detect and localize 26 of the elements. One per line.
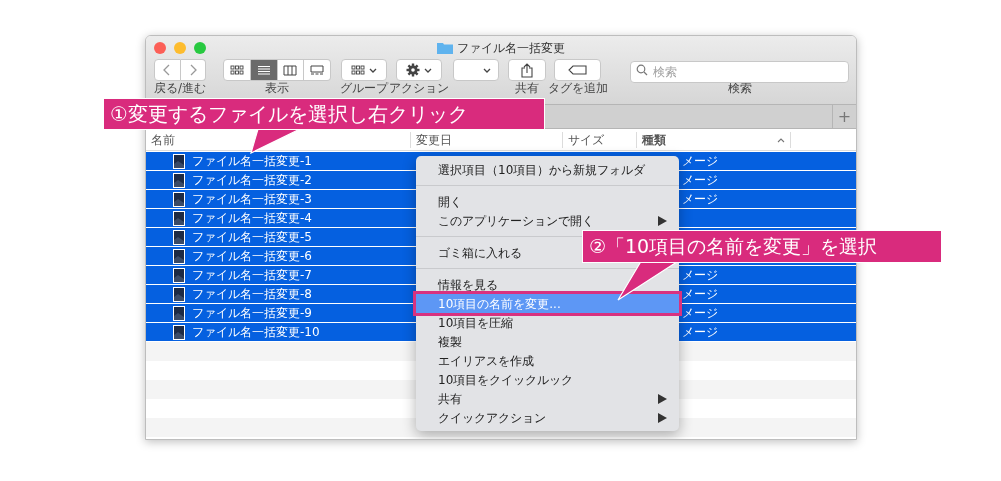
toolbar-label: 検索 xyxy=(727,82,752,95)
window-title: ファイル名一括変更 xyxy=(457,39,565,57)
toolbar-label: 表示 xyxy=(265,82,289,95)
file-name: ファイル名一括変更-4 xyxy=(192,210,312,227)
toolbar-label: 共有 xyxy=(515,82,539,95)
file-kind: メージ xyxy=(682,324,718,341)
callout-text: ①変更するファイルを選択し右クリック xyxy=(110,101,468,128)
file-name: ファイル名一括変更-6 xyxy=(192,248,312,265)
file-name: ファイル名一括変更-8 xyxy=(192,286,312,303)
file-name: ファイル名一括変更-9 xyxy=(192,305,312,322)
toolbar-label: 戻る/進む xyxy=(154,82,207,95)
file-name: ファイル名一括変更-10 xyxy=(192,324,320,341)
file-kind: メージ xyxy=(682,286,718,303)
file-name: ファイル名一括変更-5 xyxy=(192,229,312,246)
file-kind: メージ xyxy=(682,191,718,208)
file-name: ファイル名一括変更-7 xyxy=(192,267,312,284)
toolbar-label: タグを追加 xyxy=(547,82,608,95)
file-kind: メージ xyxy=(682,172,718,189)
toolbar-label: アクション xyxy=(389,82,449,95)
file-name: ファイル名一括変更-1 xyxy=(192,153,312,170)
file-name: ファイル名一括変更-2 xyxy=(192,172,312,189)
file-name: ファイル名一括変更-3 xyxy=(192,191,312,208)
file-kind: メージ xyxy=(682,267,718,284)
file-kind: メージ xyxy=(682,153,718,170)
file-kind: メージ xyxy=(682,305,718,322)
toolbar-label: グループ xyxy=(340,82,388,95)
